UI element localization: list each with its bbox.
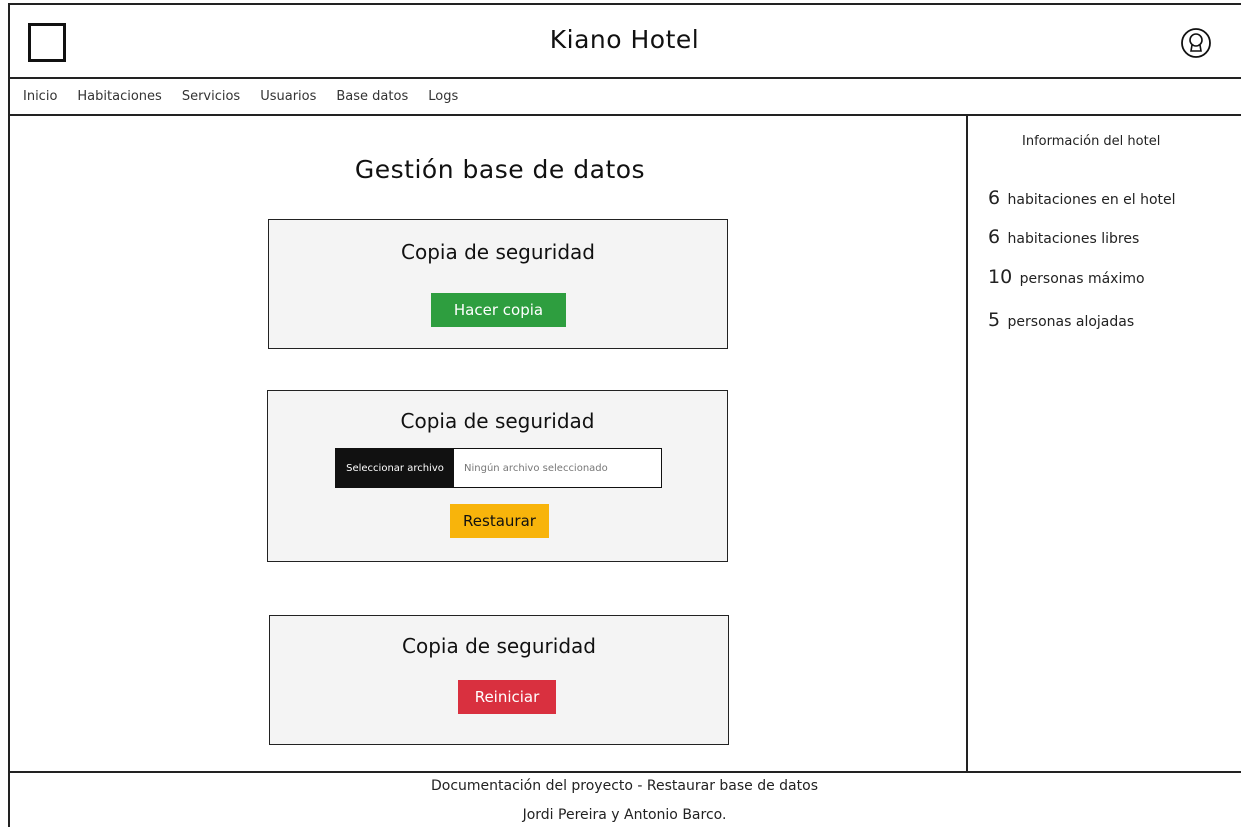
stat-label: personas alojadas	[1007, 314, 1135, 330]
make-backup-button[interactable]: Hacer copia	[431, 293, 566, 327]
stat-value: 6	[988, 226, 1001, 248]
nav-item-inicio[interactable]: Inicio	[23, 89, 57, 104]
page-title: Gestión base de datos	[354, 155, 646, 184]
reset-card: Copia de seguridad Reiniciar	[269, 615, 729, 745]
stat-label: habitaciones en el hotel	[1007, 192, 1176, 208]
stat-value: 10	[988, 266, 1013, 288]
nav-item-usuarios[interactable]: Usuarios	[260, 89, 316, 104]
sidebar-title: Información del hotel	[1022, 134, 1161, 149]
reset-button[interactable]: Reiniciar	[458, 680, 556, 714]
nav-item-habitaciones[interactable]: Habitaciones	[77, 89, 161, 104]
nav-item-base-datos[interactable]: Base datos	[336, 89, 408, 104]
app-title: Kiano Hotel	[549, 25, 700, 54]
stat-guests: 5 personas alojadas	[988, 309, 1134, 331]
reset-card-title: Copia de seguridad	[402, 634, 596, 658]
file-status-text: Ningún archivo seleccionado	[464, 462, 608, 474]
backup-card-title: Copia de seguridad	[401, 240, 595, 264]
backup-card: Copia de seguridad Hacer copia	[268, 219, 728, 349]
stat-label: habitaciones libres	[1007, 231, 1140, 247]
stat-value: 6	[988, 187, 1001, 209]
main-navigation: Inicio Habitaciones Servicios Usuarios B…	[8, 79, 1241, 116]
stat-label: personas máximo	[1019, 271, 1145, 287]
select-file-button[interactable]: Seleccionar archivo	[336, 449, 454, 487]
nav-item-servicios[interactable]: Servicios	[182, 89, 240, 104]
file-upload-field: Seleccionar archivo Ningún archivo selec…	[335, 448, 662, 488]
footer: Documentación del proyecto - Restaurar b…	[8, 771, 1241, 827]
footer-authors: Jordi Pereira y Antonio Barco.	[522, 807, 727, 823]
restore-card: Copia de seguridad Seleccionar archivo N…	[267, 390, 728, 562]
stat-rooms-free: 6 habitaciones libres	[988, 226, 1139, 248]
nav-item-logs[interactable]: Logs	[428, 89, 458, 104]
restore-card-title: Copia de seguridad	[400, 409, 595, 433]
restore-button[interactable]: Restaurar	[450, 504, 549, 538]
header: Kiano Hotel	[8, 3, 1241, 79]
hotel-info-sidebar: Información del hotel 6 habitaciones en …	[966, 116, 1241, 771]
user-avatar-icon[interactable]	[1180, 27, 1212, 59]
footer-doc-link[interactable]: Documentación del proyecto - Restaurar b…	[8, 778, 1241, 794]
stat-value: 5	[988, 309, 1001, 331]
stat-max-people: 10 personas máximo	[988, 266, 1145, 288]
stat-rooms-total: 6 habitaciones en el hotel	[988, 187, 1176, 209]
